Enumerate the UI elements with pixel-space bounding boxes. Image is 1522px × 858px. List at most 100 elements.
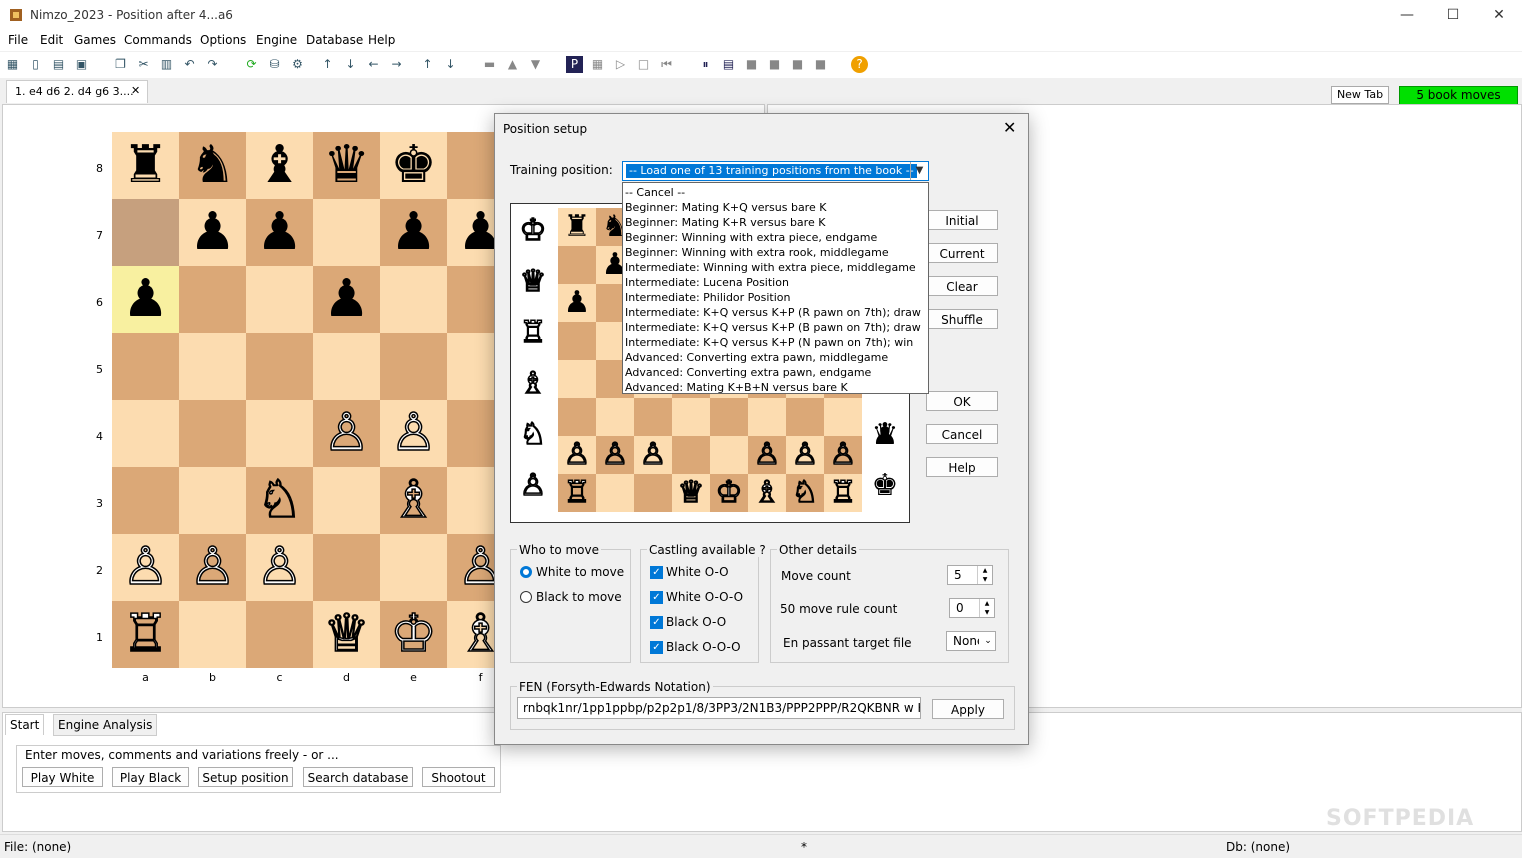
new-tab-button[interactable]: New Tab: [1331, 86, 1389, 104]
dropdown-option[interactable]: Intermediate: Philidor Position: [625, 290, 791, 305]
play-icon[interactable]: ▷: [612, 56, 629, 73]
dropdown-option[interactable]: Intermediate: Lucena Position: [625, 275, 789, 290]
piece-b7[interactable]: ♟: [189, 202, 236, 262]
palette-white-piece[interactable]: ♘: [514, 416, 552, 454]
square-b3[interactable]: [179, 467, 246, 534]
white-to-move-radio[interactable]: [520, 566, 532, 578]
square-e1[interactable]: ♔: [380, 601, 447, 668]
black-to-move-label[interactable]: Black to move: [536, 590, 622, 604]
setup-square-g3[interactable]: [786, 398, 824, 436]
black-ooo-checkbox[interactable]: ✓: [650, 641, 663, 654]
square-a2[interactable]: ♙: [112, 534, 179, 601]
setup-square-c1[interactable]: [634, 474, 672, 512]
setup-piece-b2[interactable]: ♙: [601, 436, 629, 473]
piece-c7[interactable]: ♟: [256, 202, 303, 262]
setup-square-a4[interactable]: [558, 360, 596, 398]
square-c1[interactable]: [246, 601, 313, 668]
setup-square-a2[interactable]: ♙: [558, 436, 596, 474]
black-to-move-radio[interactable]: [520, 591, 532, 603]
dropdown-option[interactable]: Intermediate: K+Q versus K+P (N pawn on …: [625, 335, 913, 350]
help-button[interactable]: Help: [926, 457, 998, 477]
square-d1[interactable]: ♕: [313, 601, 380, 668]
piece-e8[interactable]: ♚: [390, 135, 437, 195]
white-ooo-checkbox[interactable]: ✓: [650, 591, 663, 604]
chevron-down-icon[interactable]: ▼: [910, 162, 928, 180]
dropdown-option[interactable]: Intermediate: K+Q versus K+P (B pawn on …: [625, 320, 921, 335]
setup-square-a1[interactable]: ♖: [558, 474, 596, 512]
piece-b8[interactable]: ♞: [189, 135, 236, 195]
dropdown-option[interactable]: Beginner: Mating K+Q versus bare K: [625, 200, 826, 215]
square-e3[interactable]: ♗: [380, 467, 447, 534]
menu-help[interactable]: Help: [368, 33, 395, 47]
ok-button[interactable]: OK: [926, 391, 998, 411]
white-oo-checkbox[interactable]: ✓: [650, 566, 663, 579]
square-e5[interactable]: [380, 333, 447, 400]
undo-icon[interactable]: ↶: [181, 56, 198, 73]
engine-icon[interactable]: ⚙: [289, 56, 306, 73]
square-e7[interactable]: ♟: [380, 199, 447, 266]
piece-c2[interactable]: ♙: [255, 536, 303, 598]
pause-icon[interactable]: ⏸: [697, 56, 714, 73]
maximize-button[interactable]: ☐: [1430, 0, 1476, 32]
white-oo-label[interactable]: White O-O: [666, 565, 729, 579]
redo-icon[interactable]: ↷: [204, 56, 221, 73]
training-position-select[interactable]: -- Load one of 13 training positions fro…: [622, 161, 929, 181]
board-icon[interactable]: ▦: [589, 56, 606, 73]
menu-edit[interactable]: Edit: [40, 33, 63, 47]
menu-options[interactable]: Options: [200, 33, 246, 47]
setup-square-g2[interactable]: ♙: [786, 436, 824, 474]
play-black-button[interactable]: Play Black: [112, 767, 189, 787]
menu-engine[interactable]: Engine: [256, 33, 297, 47]
square-a6[interactable]: ♟: [112, 266, 179, 333]
square-b5[interactable]: [179, 333, 246, 400]
spin-arrows-icon[interactable]: ▲ ▼: [977, 566, 992, 584]
menu-commands[interactable]: Commands: [124, 33, 192, 47]
setup-square-a5[interactable]: [558, 322, 596, 360]
setup-piece-a8[interactable]: ♜: [564, 209, 591, 244]
setup-piece-g1[interactable]: ♘: [791, 474, 819, 511]
gray-square-1-icon[interactable]: ■: [743, 56, 760, 73]
dropdown-option[interactable]: Advanced: Mating K+B+N versus bare K: [625, 380, 848, 395]
arrow-right-icon[interactable]: →: [388, 56, 405, 73]
square-e8[interactable]: ♚: [380, 132, 447, 199]
setup-piece-d1[interactable]: ♕: [677, 474, 705, 511]
square-a5[interactable]: [112, 333, 179, 400]
palette-black-piece[interactable]: ♚: [866, 467, 904, 505]
piece-a1[interactable]: ♖: [121, 603, 169, 665]
square-a7[interactable]: [112, 199, 179, 266]
setup-square-e3[interactable]: [710, 398, 748, 436]
arrow-down-icon[interactable]: ↓: [342, 56, 359, 73]
setup-position-button[interactable]: Setup position: [198, 767, 293, 787]
setup-square-c3[interactable]: [634, 398, 672, 436]
square-b7[interactable]: ♟: [179, 199, 246, 266]
piece-e3[interactable]: ♗: [389, 469, 437, 531]
spin-arrows-icon[interactable]: ▲ ▼: [979, 599, 994, 617]
setup-square-h2[interactable]: ♙: [824, 436, 862, 474]
square-c2[interactable]: ♙: [246, 534, 313, 601]
fifty-move-stepper[interactable]: 0 ▲ ▼: [949, 598, 995, 618]
tab-start[interactable]: Start: [5, 714, 45, 735]
setup-square-g1[interactable]: ♘: [786, 474, 824, 512]
square-d4[interactable]: ♙: [313, 400, 380, 467]
square-d6[interactable]: ♟: [313, 266, 380, 333]
close-button[interactable]: ✕: [1476, 0, 1522, 32]
setup-piece-f1[interactable]: ♗: [753, 474, 781, 511]
tab-engine-analysis[interactable]: Engine Analysis: [53, 714, 158, 736]
menu-database[interactable]: Database: [306, 33, 363, 47]
dropdown-option[interactable]: Intermediate: K+Q versus K+P (R pawn on …: [625, 305, 921, 320]
square-b1[interactable]: [179, 601, 246, 668]
current-button[interactable]: Current: [926, 243, 998, 263]
setup-piece-a2[interactable]: ♙: [563, 436, 591, 473]
new-file-icon[interactable]: ▯: [27, 56, 44, 73]
gray-square-3-icon[interactable]: ■: [789, 56, 806, 73]
copy-icon[interactable]: ❐: [112, 56, 129, 73]
square-e4[interactable]: ♙: [380, 400, 447, 467]
black-ooo-label[interactable]: Black O-O-O: [666, 640, 741, 654]
square-b4[interactable]: [179, 400, 246, 467]
move-up-icon[interactable]: ↑: [419, 56, 436, 73]
search-database-button[interactable]: Search database: [303, 767, 413, 787]
minimize-button[interactable]: —: [1384, 0, 1430, 32]
cancel-button[interactable]: Cancel: [926, 424, 998, 444]
square-d8[interactable]: ♛: [313, 132, 380, 199]
setup-square-c2[interactable]: ♙: [634, 436, 672, 474]
